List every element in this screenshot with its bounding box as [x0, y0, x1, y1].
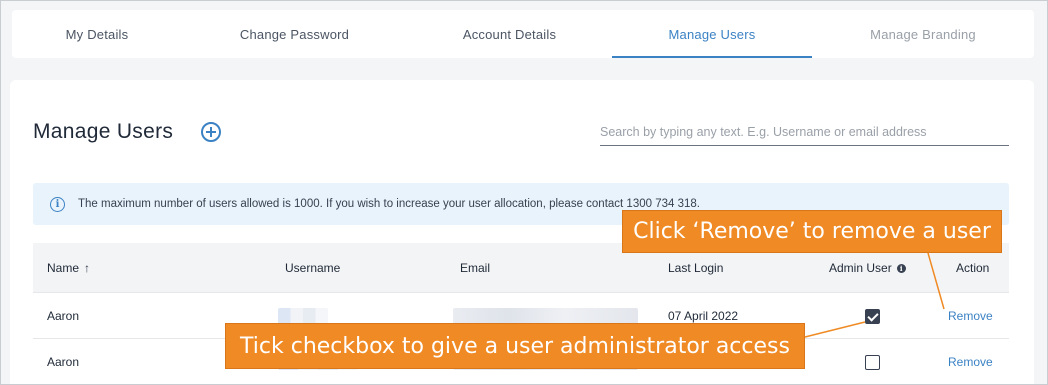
- remove-callout: Click ‘Remove’ to remove a user: [622, 210, 1002, 253]
- remove-link[interactable]: Remove: [948, 309, 993, 323]
- tab-change-password[interactable]: Change Password: [182, 10, 407, 58]
- arrow-up-icon: ↑: [84, 261, 91, 275]
- redacted-email: [453, 308, 638, 324]
- admin-checkbox[interactable]: [865, 309, 880, 324]
- info-icon[interactable]: i: [896, 264, 906, 273]
- column-header-name[interactable]: Name ↑: [47, 261, 90, 275]
- remove-link[interactable]: Remove: [948, 355, 993, 369]
- page-title: Manage Users: [33, 120, 174, 143]
- admin-checkbox[interactable]: [865, 355, 880, 370]
- redacted-username: [278, 308, 328, 324]
- search-input[interactable]: [600, 118, 1009, 146]
- column-header-email[interactable]: Email: [460, 261, 490, 275]
- tab-bar: My Details Change Password Account Detai…: [12, 10, 1034, 58]
- column-header-last-login[interactable]: Last Login: [668, 261, 723, 275]
- cell-name: Aaron: [47, 309, 80, 323]
- column-header-admin-user: Admin User i: [829, 261, 906, 275]
- tab-manage-users[interactable]: Manage Users: [612, 10, 812, 58]
- cell-last-login: 07 April 2022: [668, 309, 739, 323]
- admin-callout: Tick checkbox to give a user administrat…: [225, 323, 805, 369]
- tab-my-details[interactable]: My Details: [12, 10, 182, 58]
- tab-manage-branding[interactable]: Manage Branding: [812, 10, 1034, 58]
- column-header-admin-user-label: Admin User: [829, 261, 892, 275]
- add-user-icon[interactable]: [201, 122, 221, 142]
- column-header-name-label: Name: [47, 261, 80, 275]
- info-icon: i: [50, 196, 65, 212]
- column-header-action: Action: [956, 261, 990, 275]
- info-banner-text: The maximum number of users allowed is 1…: [78, 198, 700, 210]
- cell-name: Aaron: [47, 355, 80, 369]
- column-header-username[interactable]: Username: [285, 261, 340, 275]
- tab-account-details[interactable]: Account Details: [407, 10, 612, 58]
